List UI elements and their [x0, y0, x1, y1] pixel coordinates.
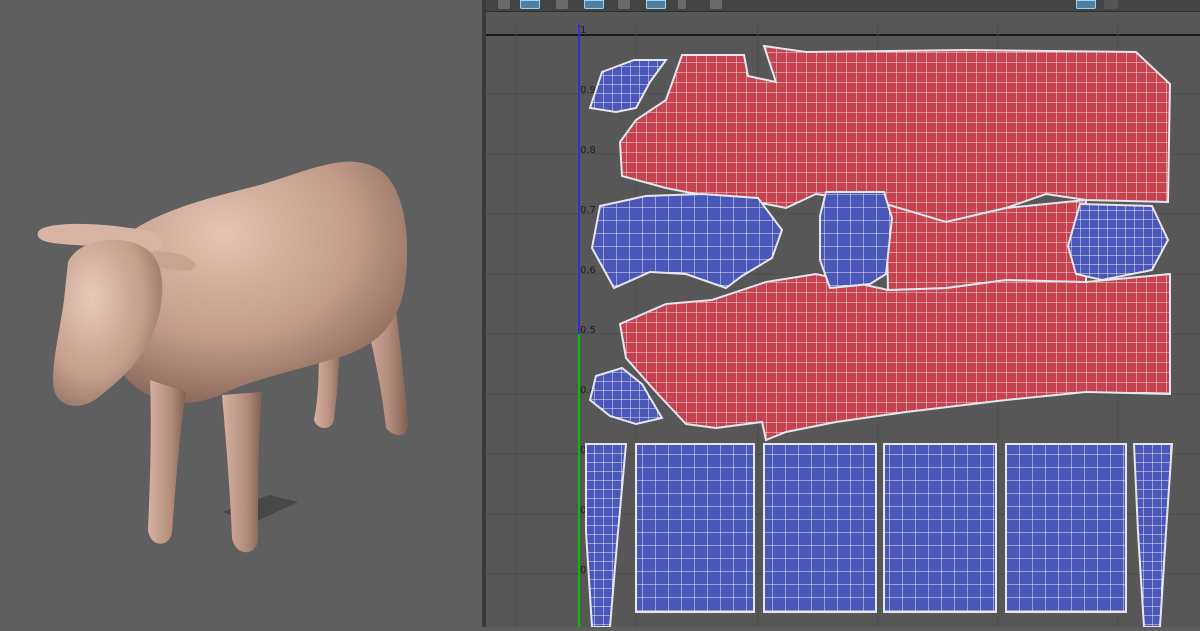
shell-leg-thin-right[interactable]	[1132, 443, 1174, 627]
shell-leg-2[interactable]	[763, 443, 877, 613]
uv-select-button[interactable]	[520, 0, 540, 9]
camera-icon[interactable]	[678, 0, 686, 9]
shell-leg-4[interactable]	[1005, 443, 1127, 613]
tool-5-button[interactable]	[618, 0, 630, 9]
uv-scale-button[interactable]	[584, 0, 604, 9]
leg-front-left	[148, 380, 186, 544]
tick-label: 0.6	[580, 265, 596, 276]
shell-leg-thin-left[interactable]	[585, 443, 628, 627]
uv-canvas[interactable]: 1 0.9 0.8 0.7 0.6 0.5 0.4 0.3 0.2 0.1	[486, 12, 1200, 627]
leg-front-right	[222, 392, 262, 553]
shell-tail-cap[interactable]	[1066, 202, 1170, 282]
shell-body-bottom[interactable]	[618, 272, 1171, 442]
3d-viewport[interactable]	[0, 0, 482, 627]
tick-label: 0.8	[580, 145, 596, 156]
shell-ear-top[interactable]	[588, 59, 668, 114]
tick-label: 1	[580, 25, 586, 36]
more-icon[interactable]	[1104, 0, 1118, 9]
tick-label: 0.7	[580, 205, 596, 216]
uv-editor-panel[interactable]: 1 0.9 0.8 0.7 0.6 0.5 0.4 0.3 0.2 0.1	[486, 0, 1200, 627]
viewport-canvas[interactable]	[0, 0, 482, 627]
tool-1-button[interactable]	[498, 0, 510, 9]
checker-toggle-button[interactable]	[646, 0, 666, 9]
cow-model[interactable]	[37, 161, 409, 553]
shell-body-center[interactable]	[884, 198, 1087, 292]
tick-label: 0.5	[580, 325, 596, 336]
shell-leg-1[interactable]	[635, 443, 755, 613]
uv-toolbar	[486, 0, 1200, 12]
shell-head[interactable]	[819, 191, 894, 290]
uv-shells[interactable]	[585, 44, 1174, 627]
uv-move-button[interactable]	[556, 0, 568, 9]
display-mode-button[interactable]	[1076, 0, 1096, 9]
tool-8-button[interactable]	[710, 0, 722, 9]
shell-leg-3[interactable]	[883, 443, 997, 613]
